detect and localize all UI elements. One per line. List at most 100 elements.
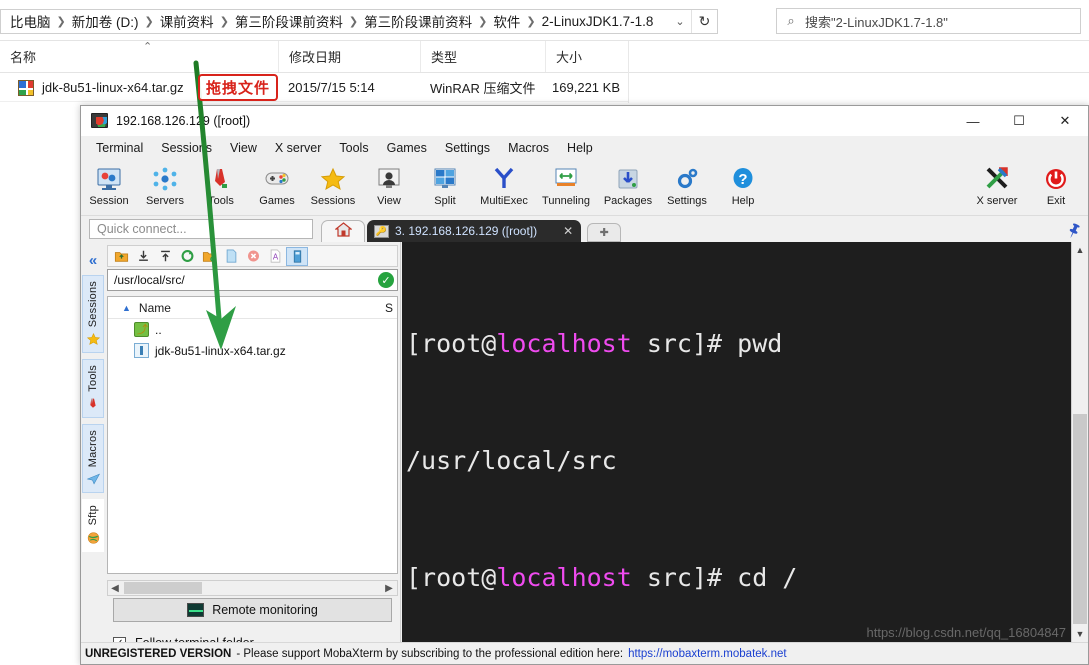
sftp-column-name[interactable]: Name <box>139 301 171 315</box>
toolbar-button-multiexec[interactable]: MultiExec <box>473 162 535 207</box>
close-icon[interactable]: ✕ <box>563 224 573 238</box>
breadcrumb[interactable]: 比电脑 ❯ 新加卷 (D:) ❯ 课前资料 ❯ 第三阶段课前资料 ❯ 第三阶段课… <box>0 8 718 34</box>
chevron-up-icon[interactable]: ▲ <box>1072 242 1088 258</box>
toolbar-button-servers[interactable]: Servers <box>137 162 193 207</box>
download-icon[interactable] <box>132 247 154 266</box>
column-header-size[interactable]: 大小 <box>545 41 628 72</box>
sort-asc-icon[interactable]: ▲ <box>122 303 131 313</box>
explorer-divider <box>628 41 629 103</box>
mobaxterm-link[interactable]: https://mobaxterm.mobatek.net <box>628 648 787 660</box>
toolbar-button-tunneling[interactable]: Tunneling <box>535 162 597 207</box>
binary-mode-icon[interactable] <box>286 246 308 266</box>
menu-help[interactable]: Help <box>558 138 602 158</box>
terminal-scrollbar[interactable]: ▲ ▼ <box>1071 242 1088 642</box>
delete-icon[interactable] <box>242 247 264 266</box>
tools-icon <box>208 162 234 192</box>
new-file-icon[interactable] <box>220 247 242 266</box>
toolbar-button-games[interactable]: Games <box>249 162 305 207</box>
new-folder-icon[interactable] <box>198 247 220 266</box>
tab-home[interactable] <box>321 220 365 242</box>
breadcrumb-item-6[interactable]: 2-LinuxJDK1.7-1.8 <box>537 14 659 29</box>
window-titlebar[interactable]: 192.168.126.129 ([root]) — ☐ ✕ <box>81 106 1088 136</box>
sftp-path-input[interactable]: /usr/local/src/ ✓ <box>107 269 398 291</box>
scrollbar-thumb[interactable] <box>124 582 202 594</box>
terminal-span: [root@ <box>406 329 497 358</box>
menu-settings[interactable]: Settings <box>436 138 499 158</box>
upload-icon[interactable] <box>154 247 176 266</box>
toolbar-button-packages[interactable]: Packages <box>597 162 659 207</box>
menu-x-server[interactable]: X server <box>266 138 331 158</box>
minimize-button[interactable]: — <box>950 106 996 136</box>
toolbar-label: Tools <box>208 195 234 207</box>
refresh-icon[interactable] <box>176 247 198 266</box>
maximize-button[interactable]: ☐ <box>996 106 1042 136</box>
column-header-name[interactable]: 名称 <box>0 41 278 72</box>
breadcrumb-item-2[interactable]: 课前资料 <box>155 11 219 31</box>
chevron-left-icon[interactable]: ◀ <box>108 583 122 594</box>
breadcrumb-item-3[interactable]: 第三阶段课前资料 <box>230 11 348 31</box>
breadcrumb-item-1[interactable]: 新加卷 (D:) <box>67 11 144 31</box>
toolbar-label: View <box>377 195 401 207</box>
column-header-date[interactable]: 修改日期 <box>278 41 420 72</box>
chevron-down-icon[interactable]: ▼ <box>1072 626 1088 642</box>
annotation-label: 拖拽文件 <box>198 74 279 101</box>
upload-folder-icon[interactable] <box>110 247 132 266</box>
column-header-type[interactable]: 类型 <box>420 41 545 72</box>
search-icon: ⌕ <box>787 13 795 28</box>
chevron-down-icon[interactable]: ⌄ <box>669 10 691 33</box>
quick-connect-input[interactable]: Quick connect... <box>89 219 313 239</box>
menu-sessions[interactable]: Sessions <box>152 138 221 158</box>
sftp-horizontal-scrollbar[interactable]: ◀ ▶ <box>107 580 398 596</box>
remote-monitoring-button[interactable]: Remote monitoring <box>113 598 392 622</box>
paper-plane-icon <box>86 472 101 488</box>
toolbar-button-settings[interactable]: Settings <box>659 162 715 207</box>
menu-macros[interactable]: Macros <box>499 138 558 158</box>
menu-view[interactable]: View <box>221 138 266 158</box>
scrollbar-thumb[interactable] <box>1073 414 1087 624</box>
home-icon <box>333 221 353 242</box>
menu-tools[interactable]: Tools <box>330 138 377 158</box>
sftp-entry-name: .. <box>155 322 162 337</box>
sidebar-item-tools[interactable]: Tools <box>82 359 104 418</box>
breadcrumb-item-5[interactable]: 软件 <box>488 11 525 31</box>
breadcrumb-item-0[interactable]: 比电脑 <box>5 11 56 31</box>
mobaxterm-window: 192.168.126.129 ([root]) — ☐ ✕ Terminal … <box>80 105 1089 665</box>
mobaxterm-logo-icon <box>91 113 108 128</box>
sftp-file-tree[interactable]: ▲ Name S .. jdk-8u51-linux-x64.tar.gz <box>107 296 398 574</box>
toolbar-label: Split <box>434 195 456 207</box>
menu-terminal[interactable]: Terminal <box>87 138 152 158</box>
file-icon <box>134 343 149 358</box>
sidebar-item-macros[interactable]: Macros <box>82 423 104 494</box>
toolbar-button-view[interactable]: View <box>361 162 417 207</box>
table-row[interactable]: jdk-8u51-linux-x64.tar.gz 2015/7/15 5:14… <box>0 74 628 102</box>
sftp-column-size[interactable]: S <box>385 301 393 315</box>
toolbar-button-sessions[interactable]: Sessions <box>305 162 361 207</box>
tab-session-active[interactable]: 🔑 3. 192.168.126.129 ([root]) ✕ <box>367 220 582 242</box>
new-tab-button[interactable]: ✚ <box>587 223 622 242</box>
toolbar-button-tools[interactable]: Tools <box>193 162 249 207</box>
chevron-right-icon[interactable]: ▶ <box>382 583 396 594</box>
tunneling-icon <box>553 162 579 192</box>
list-item[interactable]: .. <box>108 319 397 340</box>
sidebar-item-sftp[interactable]: Sftp <box>82 499 104 552</box>
globe-icon <box>86 531 101 547</box>
breadcrumb-item-4[interactable]: 第三阶段课前资料 <box>359 11 477 31</box>
toolbar-button-exit[interactable]: Exit <box>1028 162 1084 207</box>
text-mode-icon[interactable]: A <box>264 247 286 266</box>
sftp-toolbar: A <box>107 245 398 267</box>
menu-games[interactable]: Games <box>378 138 436 158</box>
refresh-icon[interactable]: ↻ <box>691 9 717 33</box>
terminal[interactable]: [root@localhost src]# pwd /usr/local/src… <box>402 242 1088 642</box>
monitor-icon <box>187 603 205 617</box>
terminal-span: src]# pwd <box>631 329 783 358</box>
toolbar-button-split[interactable]: Split <box>417 162 473 207</box>
toolbar-button-x-server[interactable]: X server <box>966 162 1028 207</box>
toolbar-button-session[interactable]: Session <box>81 162 137 207</box>
toolbar-button-help[interactable]: ? Help <box>715 162 771 207</box>
toolbar-label: Packages <box>603 195 653 207</box>
close-button[interactable]: ✕ <box>1042 106 1088 136</box>
sidebar-item-sessions[interactable]: Sessions <box>82 275 104 354</box>
double-chevron-left-icon[interactable]: « <box>89 252 97 269</box>
search-input[interactable]: ⌕ 搜索"2-LinuxJDK1.7-1.8" <box>776 8 1081 34</box>
list-item[interactable]: jdk-8u51-linux-x64.tar.gz <box>108 340 397 361</box>
